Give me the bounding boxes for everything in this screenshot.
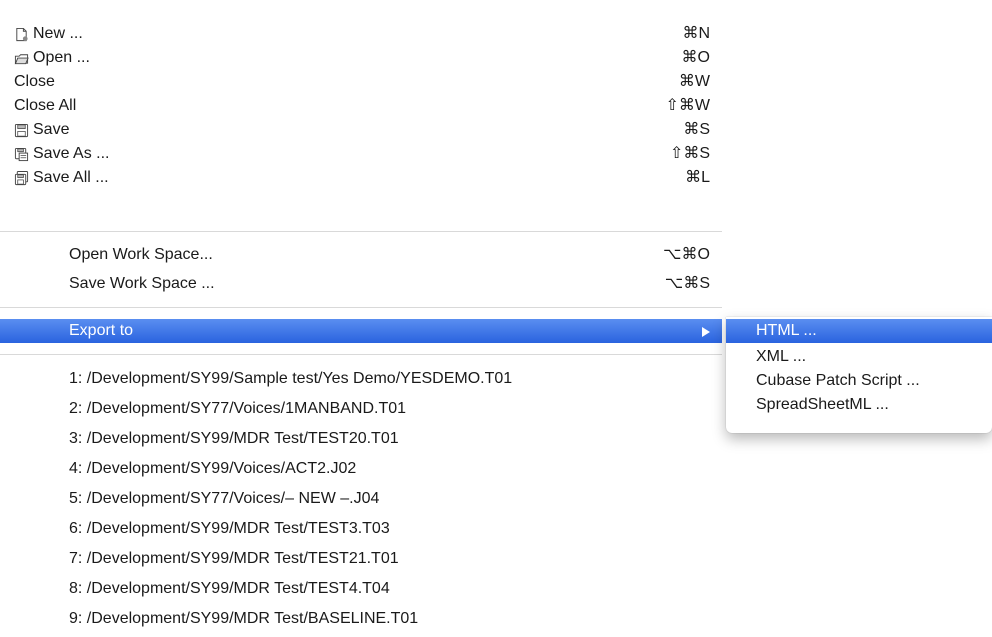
submenu-item-label: XML ... xyxy=(756,348,807,365)
recent-file-label: 7: /Development/SY99/MDR Test/TEST21.T01 xyxy=(69,550,399,567)
recent-file-item[interactable]: 3: /Development/SY99/MDR Test/TEST20.T01 xyxy=(0,427,722,451)
recent-file-label: 9: /Development/SY99/MDR Test/BASELINE.T… xyxy=(69,610,419,627)
menu-item-label: Export to xyxy=(69,322,134,339)
save-as-icon xyxy=(13,146,29,162)
menu-item-label: Save As ... xyxy=(33,145,110,162)
shortcut-label: ⌘S xyxy=(683,121,710,138)
submenu-item-label: Cubase Patch Script ... xyxy=(756,372,920,389)
menu-separator xyxy=(0,231,722,232)
menu-separator xyxy=(0,307,722,308)
menu-item-label: Close All xyxy=(14,97,77,114)
recent-file-item[interactable]: 5: /Development/SY77/Voices/– NEW –.J04 xyxy=(0,487,722,511)
menu-item-label: Save All ... xyxy=(33,169,109,186)
file-menu: New ... ⌘N Open ... ⌘O Close ⌘W Close Al… xyxy=(0,0,722,637)
recent-file-label: 5: /Development/SY77/Voices/– NEW –.J04 xyxy=(69,490,380,507)
submenu-item-cubase-patch-script[interactable]: Cubase Patch Script ... xyxy=(726,369,992,393)
open-folder-icon xyxy=(13,50,29,66)
menu-item-label: Close xyxy=(14,73,55,90)
recent-file-item[interactable]: 6: /Development/SY99/MDR Test/TEST3.T03 xyxy=(0,517,722,541)
menu-item-label: Open Work Space... xyxy=(69,246,213,263)
shortcut-label: ⌘W xyxy=(678,73,710,90)
submenu-item-label: SpreadSheetML ... xyxy=(756,396,889,413)
recent-file-label: 8: /Development/SY99/MDR Test/TEST4.T04 xyxy=(69,580,390,597)
menu-item-save[interactable]: Save ⌘S xyxy=(0,118,722,142)
submenu-arrow-icon xyxy=(702,327,710,337)
recent-file-label: 6: /Development/SY99/MDR Test/TEST3.T03 xyxy=(69,520,390,537)
recent-file-item[interactable]: 7: /Development/SY99/MDR Test/TEST21.T01 xyxy=(0,547,722,571)
recent-file-item[interactable]: 4: /Development/SY99/Voices/ACT2.J02 xyxy=(0,457,722,481)
shortcut-label: ⇧⌘S xyxy=(669,145,710,162)
submenu-item-label: HTML ... xyxy=(756,322,817,339)
submenu-item-spreadsheetml[interactable]: SpreadSheetML ... xyxy=(726,393,992,417)
menu-separator xyxy=(0,354,722,355)
menu-item-save-workspace[interactable]: Save Work Space ... ⌥⌘S xyxy=(0,272,722,296)
recent-file-label: 4: /Development/SY99/Voices/ACT2.J02 xyxy=(69,460,357,477)
export-submenu: HTML ... XML ... Cubase Patch Script ...… xyxy=(726,317,992,433)
menu-item-new[interactable]: New ... ⌘N xyxy=(0,22,722,46)
menu-item-save-all[interactable]: Save All ... ⌘L xyxy=(0,166,722,190)
menu-item-label: New ... xyxy=(33,25,83,42)
menu-item-close[interactable]: Close ⌘W xyxy=(0,70,722,94)
menu-item-open-workspace[interactable]: Open Work Space... ⌥⌘O xyxy=(0,243,722,267)
menu-item-label: Save Work Space ... xyxy=(69,275,215,292)
recent-file-label: 2: /Development/SY77/Voices/1MANBAND.T01 xyxy=(69,400,407,417)
recent-file-item[interactable]: 9: /Development/SY99/MDR Test/BASELINE.T… xyxy=(0,607,722,631)
shortcut-label: ⇧⌘W xyxy=(665,97,710,114)
menu-item-close-all[interactable]: Close All ⇧⌘W xyxy=(0,94,722,118)
menu-item-export-to[interactable]: Export to xyxy=(0,319,722,343)
recent-file-item[interactable]: 1: /Development/SY99/Sample test/Yes Dem… xyxy=(0,367,722,391)
shortcut-label: ⌘N xyxy=(682,25,710,42)
shortcut-label: ⌥⌘O xyxy=(663,246,710,263)
save-all-icon xyxy=(13,170,29,186)
menu-item-label: Open ... xyxy=(33,49,90,66)
recent-file-item[interactable]: 2: /Development/SY77/Voices/1MANBAND.T01 xyxy=(0,397,722,421)
recent-file-item[interactable]: 8: /Development/SY99/MDR Test/TEST4.T04 xyxy=(0,577,722,601)
shortcut-label: ⌘L xyxy=(685,169,710,186)
save-icon xyxy=(13,122,29,138)
submenu-item-xml[interactable]: XML ... xyxy=(726,345,992,369)
shortcut-label: ⌥⌘S xyxy=(664,275,710,292)
recent-file-label: 3: /Development/SY99/MDR Test/TEST20.T01 xyxy=(69,430,399,447)
submenu-item-html[interactable]: HTML ... xyxy=(726,319,992,343)
shortcut-label: ⌘O xyxy=(681,49,710,66)
menu-item-save-as[interactable]: Save As ... ⇧⌘S xyxy=(0,142,722,166)
menu-item-label: Save xyxy=(33,121,70,138)
menu-item-open[interactable]: Open ... ⌘O xyxy=(0,46,722,70)
recent-file-label: 1: /Development/SY99/Sample test/Yes Dem… xyxy=(69,370,513,387)
new-document-icon xyxy=(13,26,29,42)
